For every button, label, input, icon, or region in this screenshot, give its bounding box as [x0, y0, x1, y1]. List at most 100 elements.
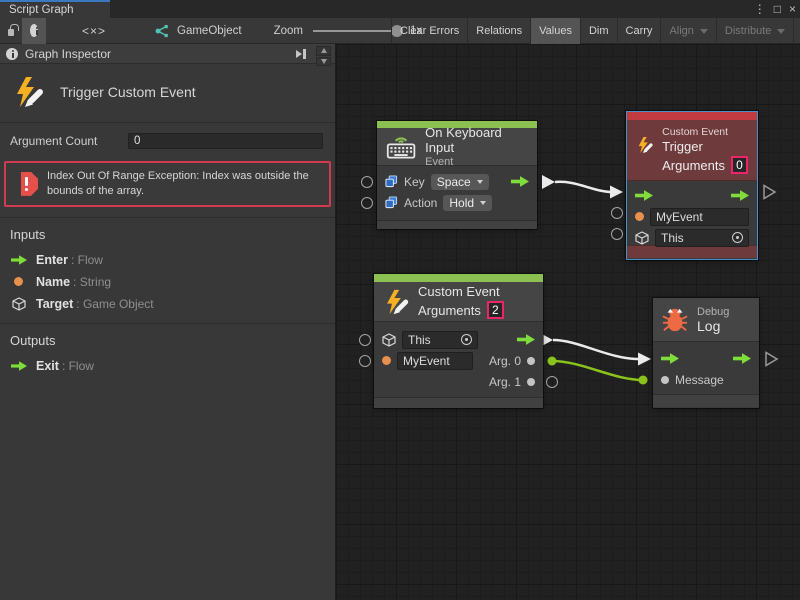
flow-continue-triangle — [764, 186, 775, 199]
scroll-down-button[interactable] — [316, 57, 331, 67]
argument-count-input[interactable]: 0 — [128, 133, 323, 149]
arg0-port[interactable] — [527, 357, 535, 365]
argument-count-label: Argument Count — [10, 134, 128, 148]
clear-errors-button[interactable]: Clear Errors — [391, 18, 467, 44]
window-menu-icon[interactable]: ⋮ — [754, 1, 766, 17]
flow-continue-triangle — [766, 353, 777, 366]
node-subtitle: Event — [425, 156, 528, 168]
keyboard-event-icon — [386, 134, 416, 160]
error-message-box: Index Out Of Range Exception: Index was … — [4, 161, 331, 207]
port-event-name[interactable] — [359, 355, 371, 367]
graph-inspector-panel: Graph Inspector Trigger Custom Event Arg… — [0, 44, 336, 600]
wire-arrowhead — [638, 353, 651, 366]
lock-icon — [8, 29, 14, 36]
node-title: On Keyboard Input — [425, 125, 528, 155]
lock-button[interactable] — [0, 18, 22, 44]
graph-canvas[interactable]: On Keyboard Input Event Key Space Action… — [336, 44, 800, 600]
arrow-down-icon — [321, 59, 327, 64]
dock-icon — [296, 50, 302, 58]
event-name-field[interactable]: MyEvent — [397, 352, 473, 370]
arguments-value-field[interactable]: 0 — [731, 156, 748, 174]
code-icon: <×> — [82, 24, 106, 38]
port-keyboard-key[interactable] — [361, 176, 373, 188]
gameobject-cube-icon — [382, 333, 396, 347]
arguments-value-field[interactable]: 2 — [487, 301, 504, 319]
arguments-label: Arguments — [662, 158, 725, 173]
port-trigger-target[interactable] — [611, 228, 623, 240]
window-close-icon[interactable]: × — [789, 1, 796, 17]
flow-wire-keyboard-trigger — [555, 182, 612, 192]
flow-in-port[interactable] — [661, 353, 679, 364]
graph-toolbar: <×> GameObject Zoom 1x Clear Errors Rela… — [0, 18, 800, 44]
pages-icon — [385, 196, 398, 209]
port-event-target[interactable] — [359, 334, 371, 346]
key-label: Key — [404, 175, 425, 189]
node-debug-log[interactable]: Debug Log Message — [653, 298, 759, 408]
distribute-caret-icon — [777, 29, 785, 34]
node-category: Custom Event — [662, 126, 748, 138]
string-port-icon — [382, 356, 391, 365]
key-dropdown[interactable]: Space — [431, 174, 489, 190]
node-footer — [374, 397, 543, 408]
arg1-port[interactable] — [527, 378, 535, 386]
carry-button[interactable]: Carry — [617, 18, 661, 44]
node-footer — [627, 245, 757, 258]
object-picker-icon[interactable] — [732, 232, 743, 243]
output-port-row-exit: Exit: Flow — [0, 355, 335, 377]
flow-in-port[interactable] — [635, 190, 653, 201]
flow-out-port[interactable] — [511, 176, 529, 187]
node-trigger-custom-event[interactable]: Custom Event Trigger Arguments 0 MyEvent — [626, 111, 758, 260]
zoom-label: Zoom — [274, 25, 303, 37]
window-maximize-icon[interactable]: □ — [774, 1, 781, 17]
tab-script-graph[interactable]: Script Graph — [0, 0, 110, 18]
gameobject-reference[interactable]: GameObject — [154, 24, 242, 38]
relations-button[interactable]: Relations — [467, 18, 530, 44]
port-keyboard-action[interactable] — [361, 197, 373, 209]
outputs-heading: Outputs — [0, 324, 335, 355]
zoom-slider[interactable] — [313, 30, 401, 32]
node-custom-event[interactable]: Custom Event Arguments 2 This MyEvent Ar… — [374, 274, 543, 408]
input-port-row-enter: Enter: Flow — [0, 249, 335, 271]
flow-out-port[interactable] — [517, 334, 535, 345]
inspector-node-title: Trigger Custom Event — [60, 84, 196, 100]
object-picker-icon[interactable] — [461, 334, 472, 345]
node-category: Debug — [697, 306, 729, 318]
code-preview-button[interactable]: <×> — [74, 18, 114, 44]
action-dropdown[interactable]: Hold — [443, 195, 492, 211]
value-wire-endpoint — [639, 376, 648, 385]
inspector-header: Graph Inspector — [0, 44, 335, 64]
toolbar-button-group: Clear Errors Relations Values Dim Carry … — [391, 18, 800, 44]
message-port[interactable] — [661, 376, 669, 384]
custom-event-icon — [12, 76, 44, 108]
port-trigger-name[interactable] — [611, 207, 623, 219]
values-button[interactable]: Values — [530, 18, 580, 44]
flow-arrow-icon — [11, 255, 27, 265]
arg0-label: Arg. 0 — [489, 354, 521, 368]
custom-event-icon — [383, 289, 409, 315]
string-port-icon — [14, 277, 23, 286]
align-caret-icon — [700, 29, 708, 34]
flow-arrow-icon — [11, 361, 27, 371]
string-port-icon — [635, 212, 644, 221]
target-field[interactable]: This — [655, 229, 749, 247]
gameobject-cube-icon — [635, 231, 649, 245]
dock-panel-button[interactable] — [293, 47, 309, 61]
node-on-keyboard-input[interactable]: On Keyboard Input Event Key Space Action… — [377, 121, 537, 229]
inspector-toggle-button[interactable] — [22, 18, 46, 44]
action-label: Action — [404, 196, 437, 210]
event-name-field[interactable]: MyEvent — [650, 208, 749, 226]
scroll-up-button[interactable] — [316, 46, 331, 56]
port-event-arg1-out[interactable] — [546, 376, 558, 388]
node-title: Log — [697, 318, 729, 334]
target-field[interactable]: This — [402, 331, 478, 349]
distribute-button[interactable]: Distribute — [716, 18, 793, 44]
gameobject-icon — [154, 24, 170, 38]
align-button[interactable]: Align — [660, 18, 715, 44]
flow-out-port[interactable] — [733, 353, 751, 364]
overview-button[interactable]: Overview — [793, 18, 800, 44]
wire-source-triangle — [542, 175, 555, 189]
dim-button[interactable]: Dim — [580, 18, 617, 44]
flow-out-port[interactable] — [731, 190, 749, 201]
tab-label: Script Graph — [9, 4, 74, 16]
flow-wire-event-log — [553, 340, 639, 359]
